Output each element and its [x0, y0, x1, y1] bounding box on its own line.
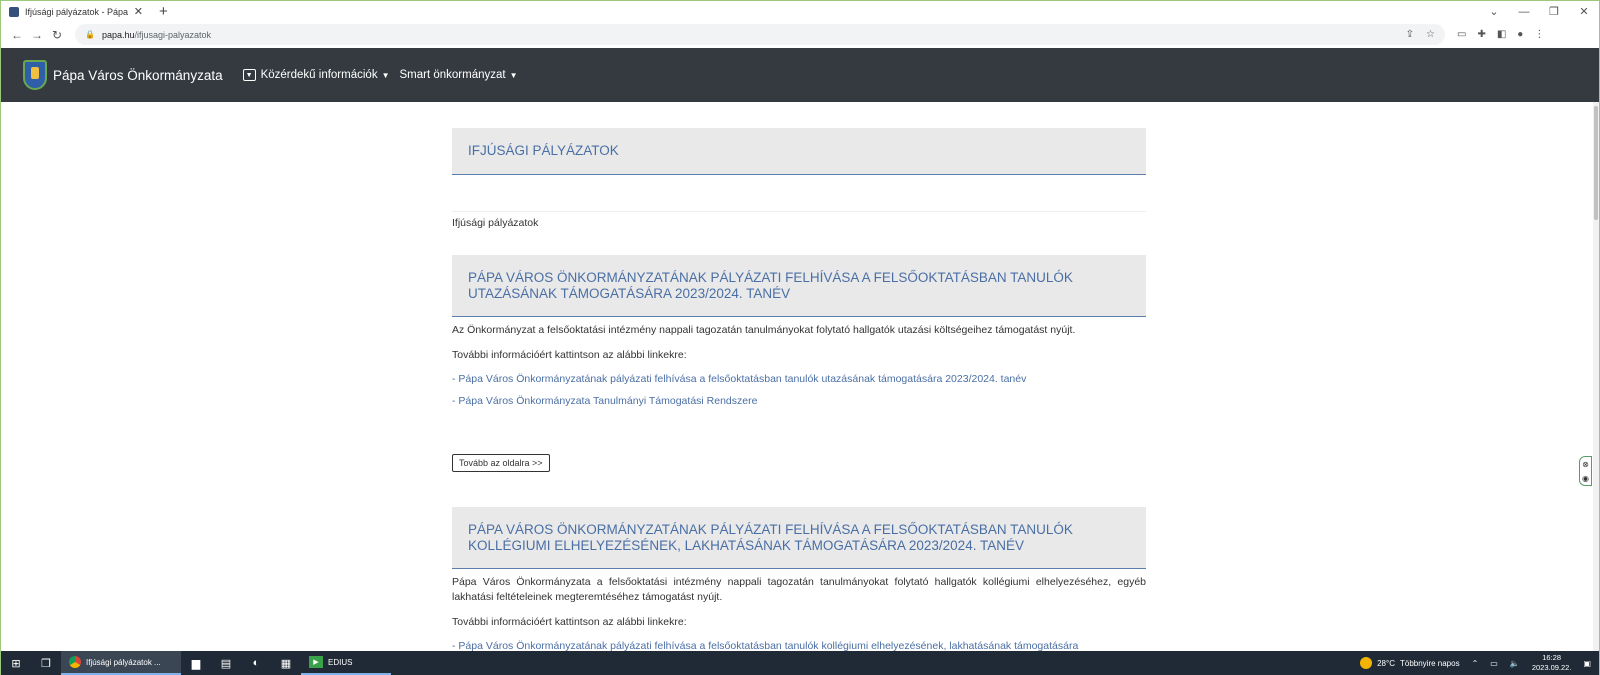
profile-icon[interactable]: ●	[1517, 29, 1523, 40]
side-panel-icon[interactable]: ◧	[1497, 29, 1506, 40]
more-button[interactable]: Tovább az oldalra >>	[452, 454, 550, 472]
tab-title: Ifjúsági pályázatok - Pápa Város	[25, 6, 130, 17]
temperature: 28°C	[1377, 658, 1395, 668]
minimize-button[interactable]: —	[1509, 6, 1539, 18]
tab-search-icon[interactable]: ⌄	[1479, 5, 1509, 18]
extensions-icon[interactable]: ✚	[1477, 29, 1485, 40]
page-title-box: IFJÚSÁGI PÁLYÁZATOK	[452, 128, 1146, 175]
nav-smart-label: Smart önkormányzat	[399, 69, 506, 81]
notification-icon[interactable]: ▣	[1583, 659, 1591, 668]
notepad-icon[interactable]: ▤	[211, 651, 241, 675]
close-circle-icon[interactable]: ⊗	[1582, 460, 1589, 469]
url-host: papa.hu	[101, 29, 135, 40]
lock-icon[interactable]: 🔒	[85, 30, 95, 39]
forward-arrow-icon[interactable]: →	[27, 28, 47, 42]
restore-button[interactable]: ❐	[1539, 5, 1569, 18]
close-window-button[interactable]: ✕	[1569, 5, 1599, 18]
system-clock[interactable]: 16:28 2023.09.22.	[1532, 653, 1572, 673]
nav-smart-municipality[interactable]: Smart önkormányzat ▼	[400, 69, 518, 81]
links-intro: További információért kattintson az aláb…	[452, 616, 687, 628]
task-view-icon[interactable]: ❒	[31, 651, 61, 675]
sun-cloud-icon	[1360, 657, 1373, 669]
site-header: Pápa Város Önkormányzata ▼ Közérdekű inf…	[1, 48, 1599, 102]
address-bar: ← → ↻ 🔒 papa.hu /ifjusagi-palyazatok ⇪ ☆…	[1, 22, 1599, 47]
page-title: IFJÚSÁGI PÁLYÁZATOK	[468, 143, 619, 158]
links-intro: További információért kattintson az aláb…	[452, 349, 687, 361]
url-input[interactable]: 🔒 papa.hu /ifjusagi-palyazatok ⇪ ☆	[75, 24, 1445, 45]
taskbar-app-label: EDIUS	[328, 657, 353, 667]
site-favicon-icon	[9, 6, 19, 17]
dropdown-box-icon: ▼	[242, 69, 256, 81]
caret-down-icon: ▼	[381, 70, 390, 80]
caret-down-icon: ▼	[509, 70, 518, 80]
cast-icon[interactable]: ▭	[1457, 29, 1466, 40]
volume-icon[interactable]: 🔈	[1510, 659, 1520, 668]
article-title-box: PÁPA VÁROS ÖNKORMÁNYZATÁNAK PÁLYÁZATI FE…	[452, 507, 1146, 569]
browser-tab[interactable]: Ifjúsági pályázatok - Pápa Város ✕	[1, 1, 151, 22]
back-arrow-icon[interactable]: ←	[7, 28, 27, 42]
link-study-support-system[interactable]: - Pápa Város Önkormányzata Tanulmányi Tá…	[452, 395, 1146, 407]
tray-chevron-icon[interactable]: ⌃	[1472, 659, 1479, 668]
weather-widget[interactable]: 28°C Többnyire napos	[1360, 657, 1460, 669]
reload-icon[interactable]: ↻	[47, 28, 67, 42]
share-icon[interactable]: ⇪	[1406, 29, 1414, 40]
edius-icon: ▶	[309, 656, 323, 668]
clock-date: 2023.09.22.	[1531, 663, 1572, 672]
article-title-box: PÁPA VÁROS ÖNKORMÁNYZATÁNAK PÁLYÁZATI FE…	[452, 255, 1146, 317]
edge-icon[interactable]: ◐	[241, 651, 271, 675]
scrollbar-thumb[interactable]	[1594, 106, 1598, 220]
calculator-icon[interactable]: ▦	[271, 651, 301, 675]
city-crest-logo[interactable]	[23, 60, 47, 90]
article-title[interactable]: PÁPA VÁROS ÖNKORMÁNYZATÁNAK PÁLYÁZATI FE…	[468, 270, 1130, 302]
accessibility-icon[interactable]: ◉	[1582, 474, 1589, 483]
bookmark-star-icon[interactable]: ☆	[1426, 29, 1435, 40]
nav-public-info-label: Közérdekű információk	[260, 69, 378, 81]
divider	[452, 211, 1146, 212]
tab-close-icon[interactable]: ✕	[134, 5, 143, 18]
os-taskbar: ⊞ ❒ Ifjúsági pályázatok ... ▆ ▤ ◐ ▦ ▶ ED…	[1, 651, 1599, 675]
article-body: Pápa Város Önkormányzata a felsőoktatási…	[452, 576, 1146, 603]
article-title[interactable]: PÁPA VÁROS ÖNKORMÁNYZATÁNAK PÁLYÁZATI FE…	[468, 522, 1130, 554]
url-path: /ifjusagi-palyazatok	[134, 29, 212, 40]
menu-dots-icon[interactable]: ⋮	[1534, 29, 1544, 40]
accessibility-widget[interactable]: ⊗ ◉	[1579, 456, 1592, 486]
browser-tab-bar: Ifjúsági pályázatok - Pápa Város ✕ + ⌄ —…	[1, 1, 1599, 22]
weather-text: Többnyire napos	[1399, 658, 1460, 668]
windows-start-icon[interactable]: ⊞	[1, 657, 31, 670]
window-controls: ⌄ — ❐ ✕	[1479, 1, 1599, 22]
main-content: IFJÚSÁGI PÁLYÁZATOK Ifjúsági pályázatok …	[452, 128, 1146, 652]
taskbar-edius-app[interactable]: ▶ EDIUS	[301, 651, 391, 675]
taskbar-app-label: Ifjúsági pályázatok ...	[86, 657, 161, 667]
page-scrollbar[interactable]	[1593, 102, 1599, 651]
site-name[interactable]: Pápa Város Önkormányzata	[53, 68, 223, 83]
article-body: Az Önkormányzat a felsőoktatási intézmén…	[452, 324, 1076, 336]
breadcrumb: Ifjúsági pályázatok	[452, 217, 539, 229]
chrome-icon	[69, 656, 81, 668]
new-tab-button[interactable]: +	[159, 1, 168, 22]
clock-time: 16:28	[1542, 653, 1562, 662]
file-explorer-icon[interactable]: ▆	[181, 651, 211, 675]
taskbar-chrome-app[interactable]: Ifjúsági pályázatok ...	[61, 651, 181, 675]
network-icon[interactable]: ▭	[1490, 659, 1498, 668]
nav-public-info[interactable]: ▼ Közérdekű információk ▼	[242, 69, 390, 81]
link-travel-support[interactable]: - Pápa Város Önkormányzatának pályázati …	[452, 373, 1146, 385]
